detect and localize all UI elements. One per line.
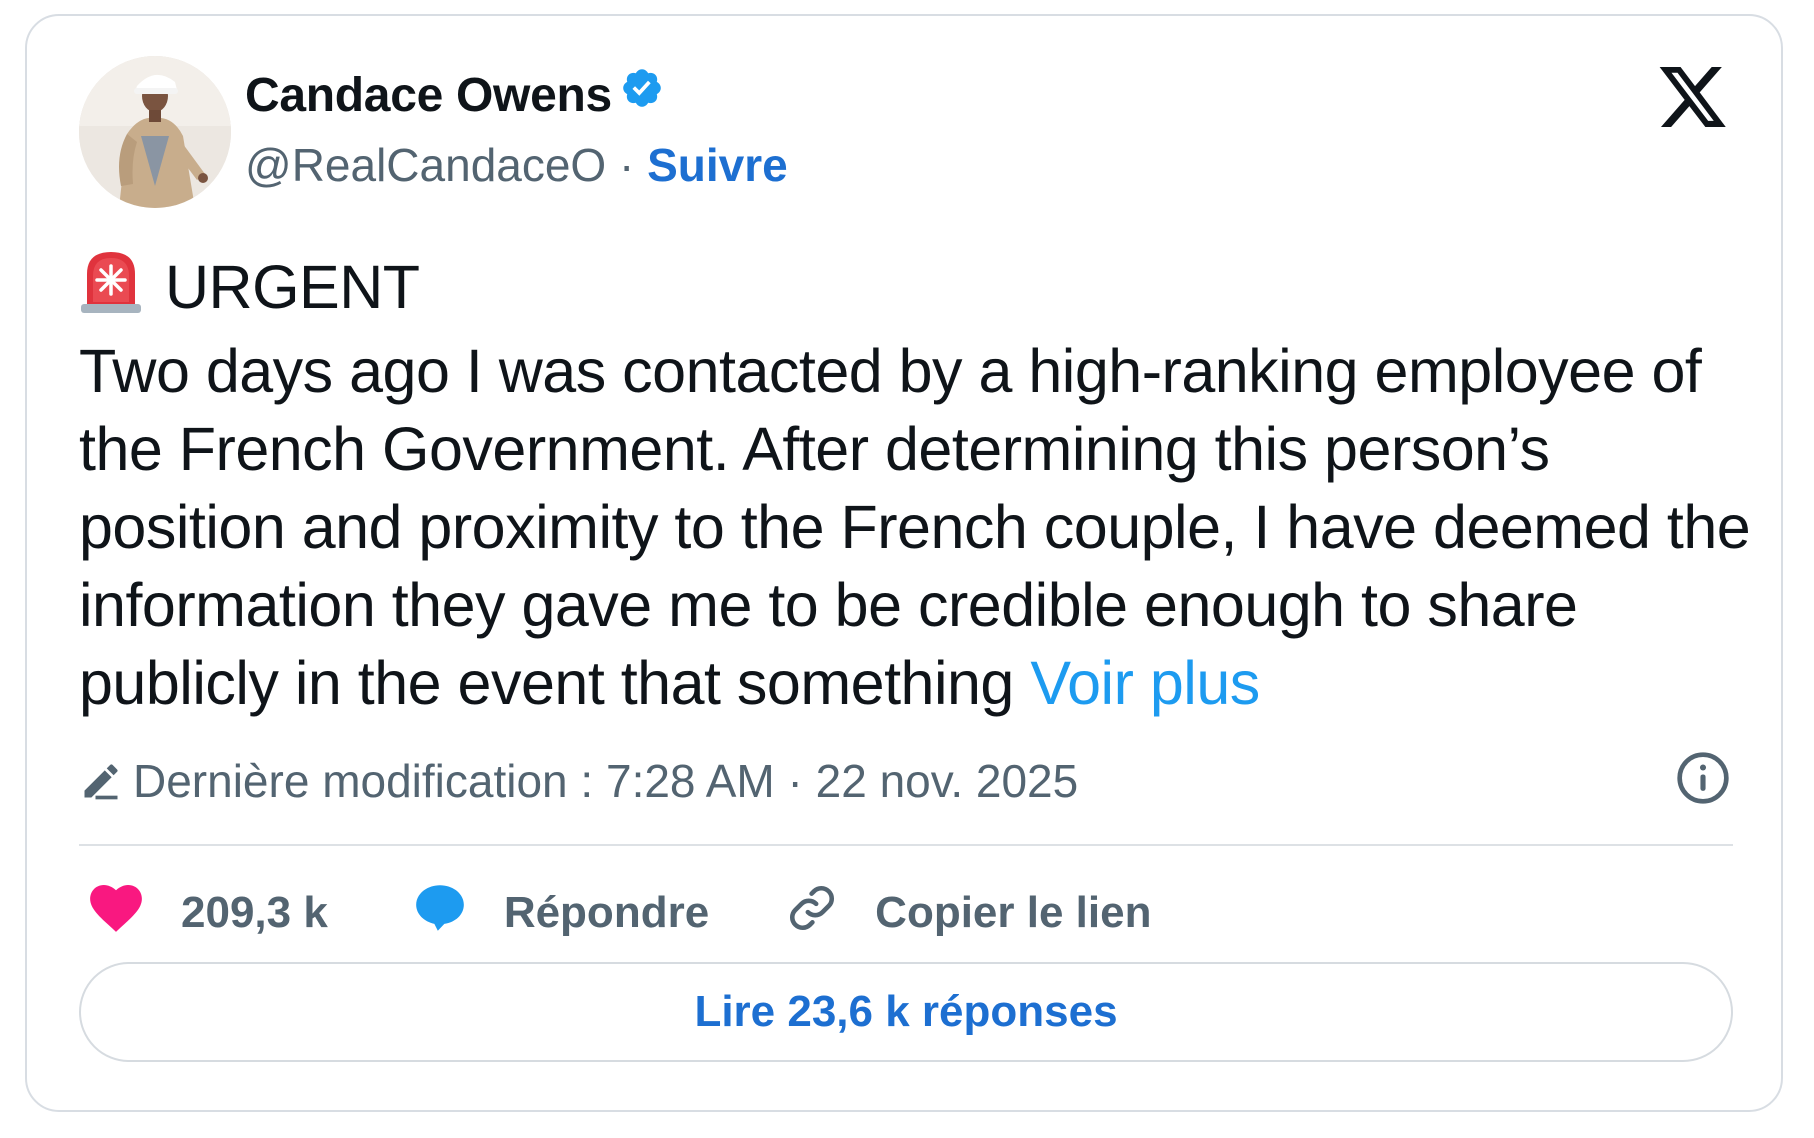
tweet-heading: URGENT: [165, 253, 420, 321]
pencil-icon: [79, 759, 123, 814]
rotating-light-icon: [79, 248, 143, 332]
tweet-card: Candace Owens @RealCandaceO · Suivre URG…: [25, 14, 1783, 1112]
see-more-link[interactable]: Voir plus: [1030, 649, 1260, 717]
author-name-text: Candace Owens: [245, 69, 612, 122]
like-count: 209,3 k: [181, 888, 328, 937]
link-icon: [787, 883, 837, 944]
handle-line: @RealCandaceO · Suivre: [245, 138, 788, 192]
speech-bubble-icon: [414, 883, 466, 944]
edited-row[interactable]: Dernière modification : 7:28 AM · 22 nov…: [79, 754, 1078, 814]
handle-separator: ·: [606, 139, 648, 191]
reply-button[interactable]: Répondre: [414, 883, 709, 944]
avatar-photo-icon: [79, 56, 231, 208]
verified-badge-icon: [620, 66, 664, 122]
divider: [79, 844, 1733, 846]
heart-icon: [89, 883, 143, 944]
copy-link-button[interactable]: Copier le lien: [787, 883, 1151, 944]
follow-button[interactable]: Suivre: [647, 139, 788, 191]
author-handle[interactable]: @RealCandaceO: [245, 139, 606, 191]
like-button[interactable]: 209,3 k: [89, 883, 328, 944]
author-avatar[interactable]: [79, 56, 231, 208]
action-bar: 209,3 k Répondre Copier le lien: [79, 878, 1151, 948]
read-replies-label: Lire 23,6 k réponses: [694, 987, 1118, 1036]
info-icon[interactable]: [1675, 750, 1731, 806]
reply-label: Répondre: [503, 888, 710, 937]
copy-link-label: Copier le lien: [875, 888, 1152, 937]
tweet-text: URGENT Two days ago I was contacted by a…: [79, 248, 1759, 722]
read-replies-button[interactable]: Lire 23,6 k réponses: [79, 962, 1733, 1062]
author-name[interactable]: Candace Owens: [245, 68, 664, 126]
tweet-body: Two days ago I was contacted by a high-r…: [79, 337, 1751, 717]
x-logo-icon[interactable]: [1657, 66, 1729, 134]
edited-timestamp: Dernière modification : 7:28 AM · 22 nov…: [133, 755, 1079, 807]
